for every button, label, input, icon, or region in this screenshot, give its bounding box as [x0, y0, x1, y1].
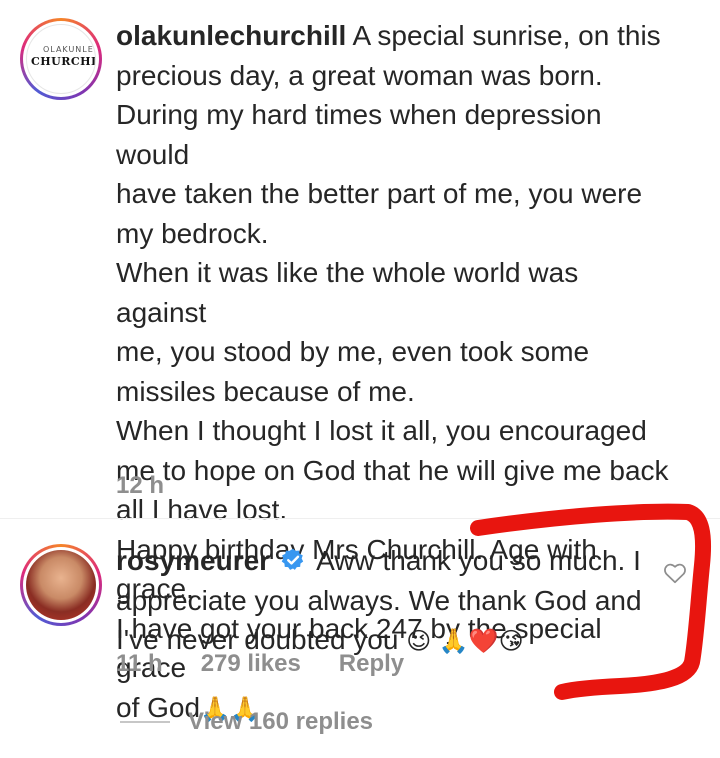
comment-line: me, you stood by me, even took some	[116, 336, 590, 367]
comment-timestamp[interactable]: 12 h	[116, 472, 164, 500]
divider	[0, 518, 720, 519]
like-heart-icon[interactable]	[662, 560, 688, 586]
avatar-logo-text: CHURCHILL	[31, 55, 95, 68]
comment-line: Aww thank you so much. I	[316, 545, 641, 576]
comment-line: When it was like the whole world was aga…	[116, 257, 579, 328]
likes-count[interactable]: 279 likes	[201, 650, 301, 678]
comment-timestamp[interactable]: 11 h	[116, 650, 163, 678]
comment-username[interactable]: olakunlechurchill	[116, 20, 346, 51]
reply-button[interactable]: Reply	[339, 650, 404, 678]
comment-line: my bedrock.	[116, 217, 269, 249]
avatar-photo	[26, 550, 96, 620]
comment-line: When I thought I lost it all, you encour…	[116, 415, 647, 446]
comment-meta: 11 h 279 likes Reply	[116, 650, 404, 678]
avatar-logo-small-text: OLAKUNLE	[43, 45, 94, 54]
comment-meta: 12 h	[116, 472, 164, 500]
comment-line: appreciate you always. We thank God and	[116, 584, 642, 616]
comment-line: precious day, a great woman was born.	[116, 59, 603, 91]
comment-line: missiles because of me.	[116, 375, 415, 407]
comment-line: me to hope on God that he will give me b…	[116, 454, 669, 486]
comment-line: all I have lost.	[116, 494, 288, 525]
avatar[interactable]: OLAKUNLE CHURCHILL	[20, 18, 102, 100]
comment-line: A special sunrise, on this	[352, 20, 661, 51]
comment-username[interactable]: rosymeurer	[116, 545, 270, 576]
avatar[interactable]	[20, 544, 102, 626]
comment-line: During my hard times when depression wou…	[116, 99, 602, 170]
view-replies-line	[120, 721, 170, 723]
comment-text: rosymeurer Aww thank you so much. I appr…	[116, 541, 676, 662]
verified-badge-icon	[281, 548, 304, 570]
emoji-group: 😉 🙏❤️😘	[406, 627, 524, 655]
view-replies-label: View 160 replies	[188, 708, 374, 735]
comment-line: have taken the better part of me, you we…	[116, 178, 643, 209]
view-replies-button[interactable]: View 160 replies	[120, 708, 373, 736]
